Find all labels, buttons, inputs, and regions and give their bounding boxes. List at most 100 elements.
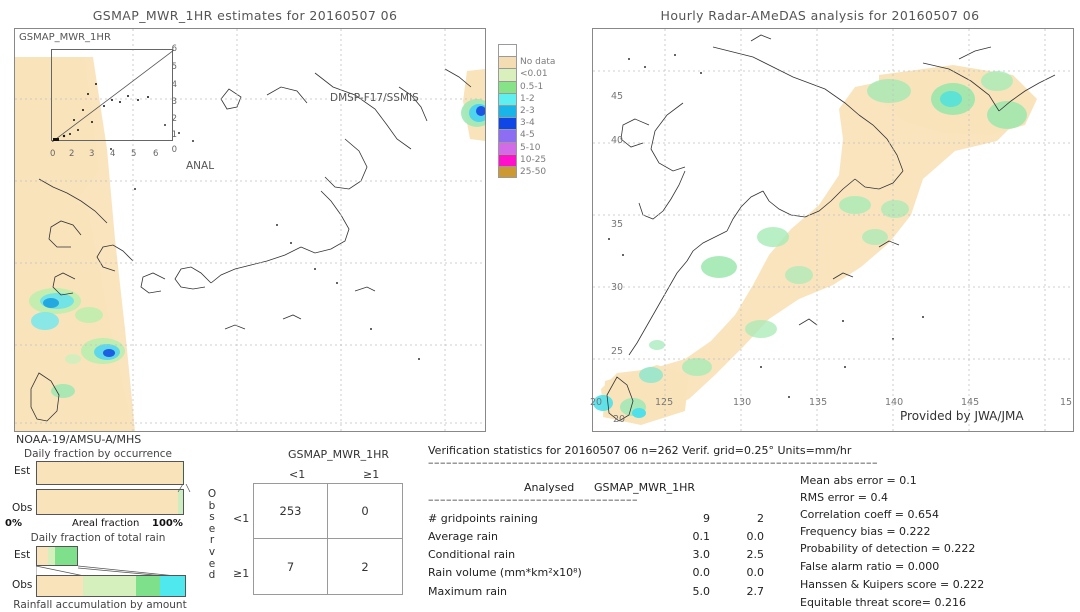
- totalrain-title: Daily fraction of total rain: [30, 532, 166, 544]
- totalrain-est-label: Est: [14, 549, 31, 561]
- occurrence-est-bar[interactable]: [36, 461, 184, 485]
- lat-tick-45: 45: [611, 91, 624, 102]
- colorbar-label-05-1: 0.5-1: [520, 81, 544, 92]
- colorbar-label-2-3: 2-3: [520, 105, 535, 116]
- occurrence-axis-min: 0%: [5, 518, 22, 529]
- cell-hit-miss-00: 253: [254, 484, 328, 539]
- tr-obs-seg-4: [159, 576, 185, 596]
- map-credit: Provided by JWA/JMA: [900, 409, 1024, 423]
- radar-amedas-map[interactable]: [592, 28, 1074, 432]
- occ-obs-seg-rain: [178, 490, 183, 514]
- contingency-row-header-lt1: <1: [233, 512, 250, 525]
- stat-row-estimate-4: 2.7: [746, 585, 765, 598]
- observed-vertical-label: Observed: [207, 488, 217, 582]
- colorbar-band-no-data: [498, 56, 517, 69]
- score-5: False alarm ratio = 0.000: [800, 560, 940, 573]
- colorbar-band-3-4: [498, 117, 517, 130]
- contingency-col-header-lt1: <1: [289, 468, 306, 481]
- radar-amedas-graphic: [593, 29, 1073, 431]
- inset-xtick-5: 5: [131, 149, 137, 159]
- colorbar-label-no-data: No data: [520, 57, 556, 68]
- stat-row-label-0: # gridpoints raining: [428, 512, 538, 525]
- inset-xtick-3: 3: [89, 149, 95, 159]
- inset-ytick-4: 4: [171, 80, 177, 90]
- occurrence-axis-max: 100%: [152, 518, 183, 529]
- stats-header-rule: ––––––––––––––––––––––––––––––––––––––––…: [428, 456, 878, 469]
- stat-row-estimate-2: 2.5: [746, 548, 765, 561]
- stat-row-label-2: Conditional rain: [428, 548, 516, 561]
- colorbar-label-25-50: 25-50: [520, 166, 547, 177]
- lat-tick-30: 30: [611, 282, 624, 293]
- occurrence-obs-bar[interactable]: [36, 489, 184, 515]
- inset-title: GSMAP_MWR_1HR: [19, 32, 111, 43]
- totalrain-obs-bar[interactable]: [36, 575, 186, 597]
- colorbar-band-4-5: [498, 129, 517, 142]
- contingency-col-header-ge1: ≥1: [363, 468, 380, 481]
- inset-ytick-5: 5: [171, 62, 177, 72]
- occurrence-est-label: Est: [14, 465, 31, 477]
- stats-col-rule: –––––––––––––––––––––––––––––––––––: [428, 493, 638, 506]
- occurrence-axis-title: Areal fraction: [72, 518, 140, 529]
- score-7: Equitable threat score= 0.216: [800, 596, 966, 609]
- right-panel-title: Hourly Radar-AMeDAS analysis for 2016050…: [660, 8, 980, 23]
- inset-ytick-3: 3: [171, 97, 177, 107]
- score-0: Mean abs error = 0.1: [800, 474, 917, 487]
- totalrain-est-bar[interactable]: [36, 546, 78, 566]
- lon-tick-125: 125: [655, 397, 674, 408]
- scatter-inset[interactable]: GSMAP_MWR_1HR 6 5 4 3 2 1 0 0 2 3 4 5 6: [17, 32, 179, 163]
- score-1: RMS error = 0.4: [800, 491, 888, 504]
- occurrence-connector: [177, 484, 191, 492]
- lat-tick-40: 40: [611, 135, 624, 146]
- colorbar-label-5-10: 5-10: [520, 142, 541, 153]
- tr-obs-seg-2: [82, 576, 137, 596]
- colorbar-band-lt001: [498, 68, 517, 81]
- colorbar-band-5-10: [498, 141, 517, 154]
- dmsp-sensor-label: DMSP-F17/SSMIS: [330, 92, 419, 104]
- inset-xtick-0: 0: [50, 149, 56, 159]
- score-4: Probability of detection = 0.222: [800, 542, 976, 555]
- stat-row-analysed-0: 9: [703, 512, 710, 525]
- tr-est-seg-1: [37, 547, 49, 565]
- colorbar-band-1-2: [498, 92, 517, 105]
- stat-row-label-3: Rain volume (mm*km²x10⁸): [428, 566, 582, 579]
- stat-row-analysed-3: 0.0: [692, 566, 711, 579]
- tr-est-seg-3: [54, 547, 77, 565]
- stat-row-label-1: Average rain: [428, 530, 498, 543]
- score-6: Hanssen & Kuipers score = 0.222: [800, 578, 985, 591]
- lat-tick-20: 20: [590, 397, 603, 408]
- colorbar-label-1-2: 1-2: [520, 93, 535, 104]
- occurrence-title: Daily fraction by occurrence: [24, 448, 172, 460]
- precipitation-colorbar: [498, 44, 517, 179]
- inset-ytick-1: 1: [171, 130, 177, 140]
- stat-row-analysed-1: 0.1: [692, 530, 711, 543]
- colorbar-label-4-5: 4-5: [520, 130, 535, 141]
- noaa-sensor-label: NOAA-19/AMSU-A/MHS: [16, 433, 142, 446]
- score-2: Correlation coeff = 0.654: [800, 508, 939, 521]
- colorbar-band-25-50: [498, 165, 517, 179]
- totalrain-obs-label: Obs: [12, 579, 33, 591]
- left-panel-title: GSMAP_MWR_1HR estimates for 20160507 06: [92, 8, 398, 23]
- inset-xtick-6: 6: [153, 149, 159, 159]
- lat-tick-35: 35: [611, 219, 624, 230]
- contingency-table[interactable]: 253 0 7 2: [253, 483, 403, 595]
- lon-tick-130: 130: [733, 397, 752, 408]
- colorbar-label-lt001: <0.01: [520, 69, 548, 80]
- inset-ytick-2: 2: [171, 114, 177, 124]
- inset-plot-box: [51, 49, 174, 142]
- stat-row-analysed-2: 3.0: [692, 548, 711, 561]
- contingency-column-title: GSMAP_MWR_1HR: [288, 448, 390, 461]
- cell-hit-miss-01: 0: [328, 484, 402, 539]
- contingency-row-header-ge1: ≥1: [233, 567, 250, 580]
- colorbar-band-2-3: [498, 104, 517, 118]
- colorbar-labels: No data <0.01 0.5-1 1-2 2-3 3-4 4-5 5-10…: [520, 44, 555, 178]
- cell-hit-miss-11: 2: [361, 559, 369, 574]
- colorbar-label-10-25: 10-25: [520, 154, 547, 165]
- colorbar-band-10-25: [498, 153, 517, 166]
- stat-row-estimate-3: 0.0: [746, 566, 765, 579]
- totalrain-bottom-label: Rainfall accumulation by amount: [13, 599, 187, 611]
- tr-obs-seg-3: [136, 576, 160, 596]
- stat-row-estimate-1: 0.0: [746, 530, 765, 543]
- inset-ytick-0: 0: [171, 145, 177, 155]
- corner-lat-label: 20: [613, 414, 626, 425]
- lon-tick-150: 15: [1060, 397, 1073, 408]
